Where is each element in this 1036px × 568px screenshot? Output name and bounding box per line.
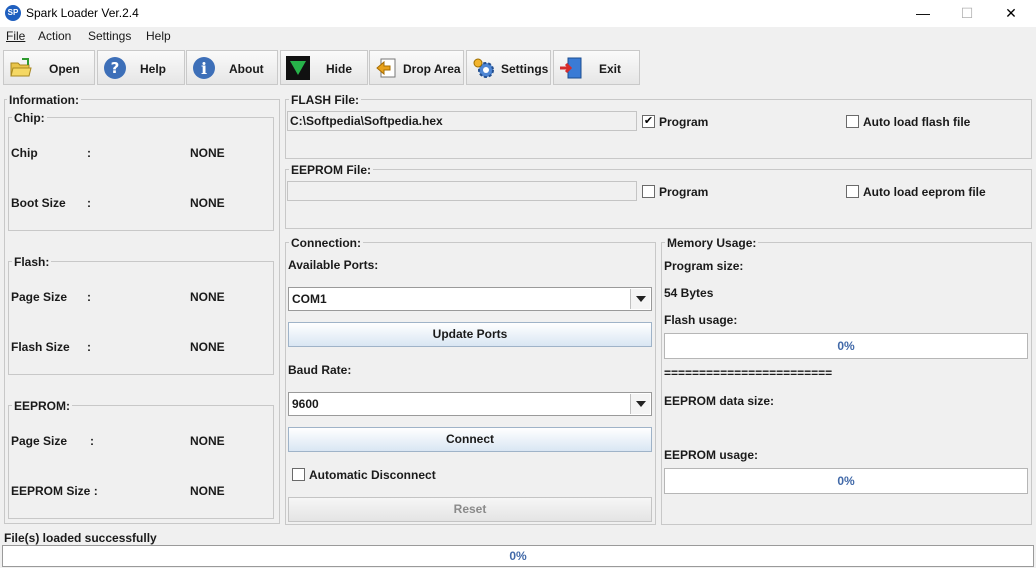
eeprom-data-size-label: EEPROM data size: — [664, 394, 775, 408]
eeprom-usage-progress: 0% — [664, 468, 1028, 494]
hide-arrow-icon — [286, 56, 310, 80]
status-message: File(s) loaded successfully — [4, 531, 157, 545]
boot-size-label: Boot Size — [11, 196, 66, 210]
eeprom-size-label: EEPROM Size : — [11, 484, 98, 498]
settings-gear-icon — [473, 58, 494, 78]
flash-size-label: Flash Size — [11, 340, 70, 354]
svg-text:?: ? — [111, 59, 120, 77]
flash-program-label: Program — [659, 115, 709, 129]
eeprom-program-label: Program — [659, 185, 709, 199]
eeprom-usage-label: EEPROM usage: — [664, 448, 759, 462]
flash-usage-label: Flash usage: — [664, 313, 738, 327]
eeprom-page-size-sep: : — [90, 434, 94, 448]
chip-sep: : — [87, 146, 91, 160]
flash-page-size-label: Page Size — [11, 290, 68, 304]
flash-file-title: FLASH File: — [289, 93, 361, 107]
exit-label: Exit — [599, 62, 622, 76]
eeprom-file-title: EEPROM File: — [289, 163, 374, 177]
hide-label: Hide — [326, 62, 353, 76]
eeprom-size-value: NONE — [190, 484, 225, 498]
available-ports-label: Available Ports: — [288, 258, 379, 272]
title-bar — [0, 0, 1036, 27]
status-progress-bar: 0% — [2, 545, 1034, 567]
maximize-button[interactable]: ☐ — [944, 0, 990, 27]
flash-usage-progress: 0% — [664, 333, 1028, 359]
help-label: Help — [140, 62, 167, 76]
chip-title: Chip: — [12, 111, 47, 125]
connect-button[interactable]: Connect — [288, 427, 652, 452]
settings-button[interactable]: Settings — [466, 50, 551, 85]
auto-disconnect-checkbox[interactable] — [292, 468, 305, 481]
open-label: Open — [49, 62, 80, 76]
eeprom-page-size-label: Page Size — [11, 434, 68, 448]
chevron-down-icon[interactable] — [630, 394, 650, 414]
eeprom-title: EEPROM: — [12, 399, 73, 413]
eeprom-group — [8, 405, 274, 519]
chip-label: Chip — [11, 146, 38, 160]
program-size-value: 54 Bytes — [664, 286, 714, 300]
baud-rate-label: Baud Rate: — [288, 363, 352, 377]
svg-text:i: i — [201, 59, 207, 78]
information-title: Information: — [7, 93, 81, 107]
reset-button[interactable]: Reset — [288, 497, 652, 522]
chip-value: NONE — [190, 146, 225, 160]
app-logo-icon: SP — [5, 5, 21, 21]
drop-area-icon — [376, 58, 396, 78]
open-folder-icon — [10, 58, 32, 77]
about-button[interactable]: i About — [186, 50, 278, 85]
boot-size-sep: : — [87, 196, 91, 210]
exit-button[interactable]: Exit — [553, 50, 640, 85]
chevron-down-icon[interactable] — [630, 289, 650, 309]
help-icon: ? — [104, 57, 126, 79]
port-select-value: COM1 — [292, 292, 327, 306]
settings-label: Settings — [501, 62, 549, 76]
chip-group — [8, 117, 274, 231]
hide-button[interactable]: Hide — [280, 50, 368, 85]
flash-page-size-value: NONE — [190, 290, 225, 304]
menu-settings[interactable]: Settings — [88, 29, 131, 43]
baud-rate-select[interactable]: 9600 — [288, 392, 652, 416]
menu-action[interactable]: Action — [38, 29, 71, 43]
about-label: About — [229, 62, 264, 76]
auto-load-eeprom-label: Auto load eeprom file — [863, 185, 986, 199]
flash-page-size-sep: : — [87, 290, 91, 304]
help-button[interactable]: ? Help — [97, 50, 185, 85]
drop-area-label: Drop Area — [403, 62, 461, 76]
flash-group — [8, 261, 274, 375]
info-icon: i — [193, 57, 215, 79]
baud-rate-value: 9600 — [292, 397, 319, 411]
auto-disconnect-label: Automatic Disconnect — [309, 468, 436, 482]
window-title: Spark Loader Ver.2.4 — [26, 6, 139, 20]
auto-load-eeprom-checkbox[interactable] — [846, 185, 859, 198]
eeprom-file-path-field[interactable] — [287, 181, 637, 201]
program-size-label: Program size: — [664, 259, 744, 273]
flash-size-value: NONE — [190, 340, 225, 354]
boot-size-value: NONE — [190, 196, 225, 210]
flash-title: Flash: — [12, 255, 52, 269]
drop-area-button[interactable]: Drop Area — [369, 50, 464, 85]
connection-group — [285, 242, 656, 525]
menu-file[interactable]: File — [6, 29, 25, 43]
exit-door-icon — [560, 57, 582, 79]
auto-load-flash-checkbox[interactable] — [846, 115, 859, 128]
port-select[interactable]: COM1 — [288, 287, 652, 311]
open-button[interactable]: Open — [3, 50, 95, 85]
flash-program-checkbox[interactable]: ✔ — [642, 115, 655, 128]
eeprom-program-checkbox[interactable] — [642, 185, 655, 198]
close-button[interactable]: ✕ — [988, 0, 1034, 27]
memory-usage-title: Memory Usage: — [665, 236, 759, 250]
memory-separator: ======================== — [664, 366, 833, 380]
menu-help[interactable]: Help — [146, 29, 171, 43]
flash-file-path-field[interactable]: C:\Softpedia\Softpedia.hex — [287, 111, 637, 131]
auto-load-flash-label: Auto load flash file — [863, 115, 971, 129]
eeprom-page-size-value: NONE — [190, 434, 225, 448]
flash-size-sep: : — [87, 340, 91, 354]
minimize-button[interactable]: — — [900, 0, 946, 27]
connection-title: Connection: — [289, 236, 363, 250]
update-ports-button[interactable]: Update Ports — [288, 322, 652, 347]
